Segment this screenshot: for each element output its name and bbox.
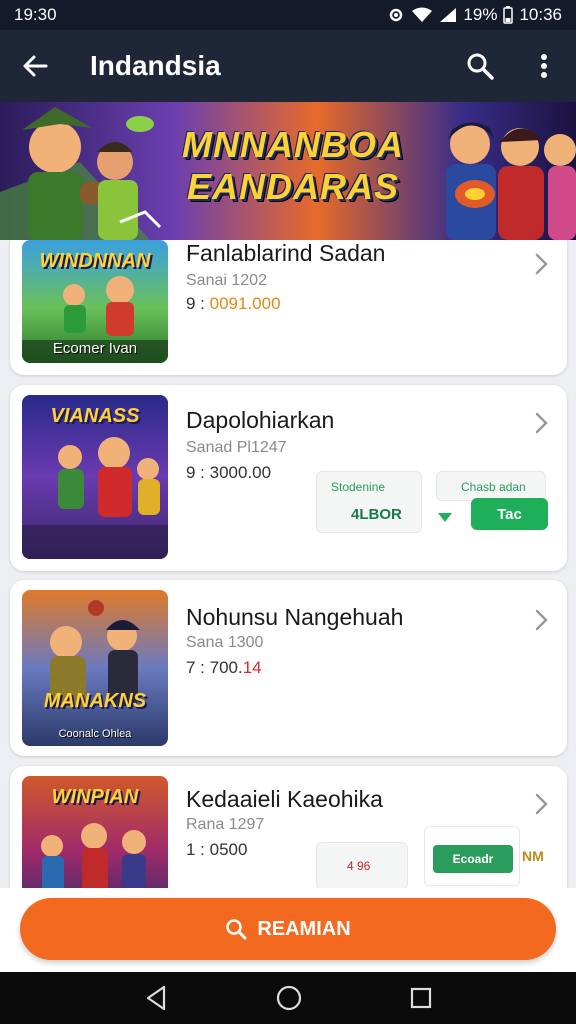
status-bar: 19:30 19% 10:36 [0,0,576,30]
banner-title: MNNANBOA EANDARAS [168,124,418,208]
back-button[interactable] [0,30,70,102]
list-item[interactable]: VIANASS Dapolohiarkan Sanad Pl1247 9 : 3… [10,385,567,571]
price-value: 0091.000 [209,294,281,313]
game-thumbnail: MANAKNS Coonalc Ohlea [22,590,168,746]
status-time: 19:30 [14,5,57,24]
game-thumbnail: WINPIAN [22,776,168,888]
nav-back-icon[interactable] [144,985,168,1011]
banner-title-line2: EANDARAS [186,166,399,207]
chevron-right-icon[interactable] [533,411,549,435]
signal-icon [440,8,457,22]
system-nav-bar [0,972,576,1024]
thumbnail-title: WINPIAN [51,786,139,808]
stat-chip[interactable]: Chasb adan [436,471,546,501]
thumbnail-caption: Coonalc Ohlea [58,728,132,740]
item-price: 9 : 3000.00 [186,463,271,483]
chevron-right-icon[interactable] [533,252,549,276]
price-value: 3000.00 [209,463,272,482]
gear-icon [390,8,403,22]
thumbnail-title: WINDNNAN [39,250,151,272]
item-title: Nohunsu Nangehuah [186,604,404,630]
thumbnail-art [50,600,140,708]
price-prefix: 1 : [186,840,210,859]
more-vert-icon [541,54,547,78]
price-value: 0500 [209,840,248,859]
status-clock: 10:36 [519,5,562,24]
banner-title-line1: MNNANBOA [182,124,404,165]
search-cta-button[interactable]: REAMIAN [20,898,556,960]
more-options-button[interactable] [512,30,576,102]
cta-label: REAMIAN [257,917,351,940]
stat-chip[interactable]: Stodenine 4LBOR [316,471,422,533]
thumbnail-title: MANAKNS [43,690,147,712]
list-item[interactable]: WINPIAN Kedaaieli Kaeohika Rana 1297 1 :… [10,766,567,888]
action-button[interactable]: Tac [471,498,548,530]
promo-card[interactable]: Ecoadr [424,826,520,886]
chevron-right-icon[interactable] [533,792,549,816]
chevron-right-icon[interactable] [533,608,549,632]
price-value: 700. [209,658,243,677]
item-title: Kedaaieli Kaeohika [186,786,383,812]
item-price: 1 : 0500 [186,840,247,860]
item-price: 9 : 0091.000 [186,294,281,314]
game-list[interactable]: WINDNNAN Ecomer Ivan Fanlablarind Sadan … [0,240,576,888]
battery-level: 19% [463,5,498,24]
game-thumbnail: WINDNNAN Ecomer Ivan [22,240,168,363]
page-title: Indandsia [90,50,221,81]
price-prefix: 7 : [186,658,210,677]
stat-chip-label: Stodenine [331,480,386,494]
game-thumbnail: VIANASS [22,395,168,559]
item-title: Dapolohiarkan [186,407,335,433]
item-subtitle: Sana 1300 [186,634,264,651]
promo-card-label: Ecoadr [433,845,513,873]
status-icons: 19% 10:36 [387,5,562,25]
search-button[interactable] [448,30,512,102]
stat-chip-value: 4 96 [347,859,371,873]
down-triangle-icon [438,513,452,522]
stat-chip-value: NM [522,848,544,864]
item-subtitle: Rana 1297 [186,816,265,833]
item-price: 7 : 700.14 [186,658,262,678]
bottom-bar: REAMIAN [0,888,576,972]
battery-icon [503,6,514,24]
nav-home-icon[interactable] [276,985,302,1011]
list-item[interactable]: MANAKNS Coonalc Ohlea Nohunsu Nangehuah … [10,580,567,756]
wifi-icon [412,7,433,22]
search-icon [226,919,247,940]
stat-chip[interactable]: 4 96 [316,842,408,888]
thumbnail-title: VIANASS [50,405,140,427]
price-prefix: 9 : [186,463,210,482]
price-prefix: 9 : [186,294,210,313]
promo-banner[interactable]: MNNANBOA EANDARAS [0,102,576,240]
item-subtitle: Sanad Pl1247 [186,439,287,456]
app-bar: Indandsia [0,30,576,102]
thumbnail-caption: Ecomer Ivan [52,340,138,357]
item-subtitle: Sanai 1202 [186,272,267,289]
stat-chip-label: Chasb adan [461,480,526,494]
list-item[interactable]: WINDNNAN Ecomer Ivan Fanlablarind Sadan … [10,240,567,375]
item-title: Fanlablarind Sadan [186,240,386,266]
price-accent: 14 [242,658,262,677]
stat-chip-value: 4LBOR [351,506,402,523]
nav-recents-icon[interactable] [410,987,432,1009]
search-icon [467,53,494,80]
back-arrow-icon [23,55,48,77]
